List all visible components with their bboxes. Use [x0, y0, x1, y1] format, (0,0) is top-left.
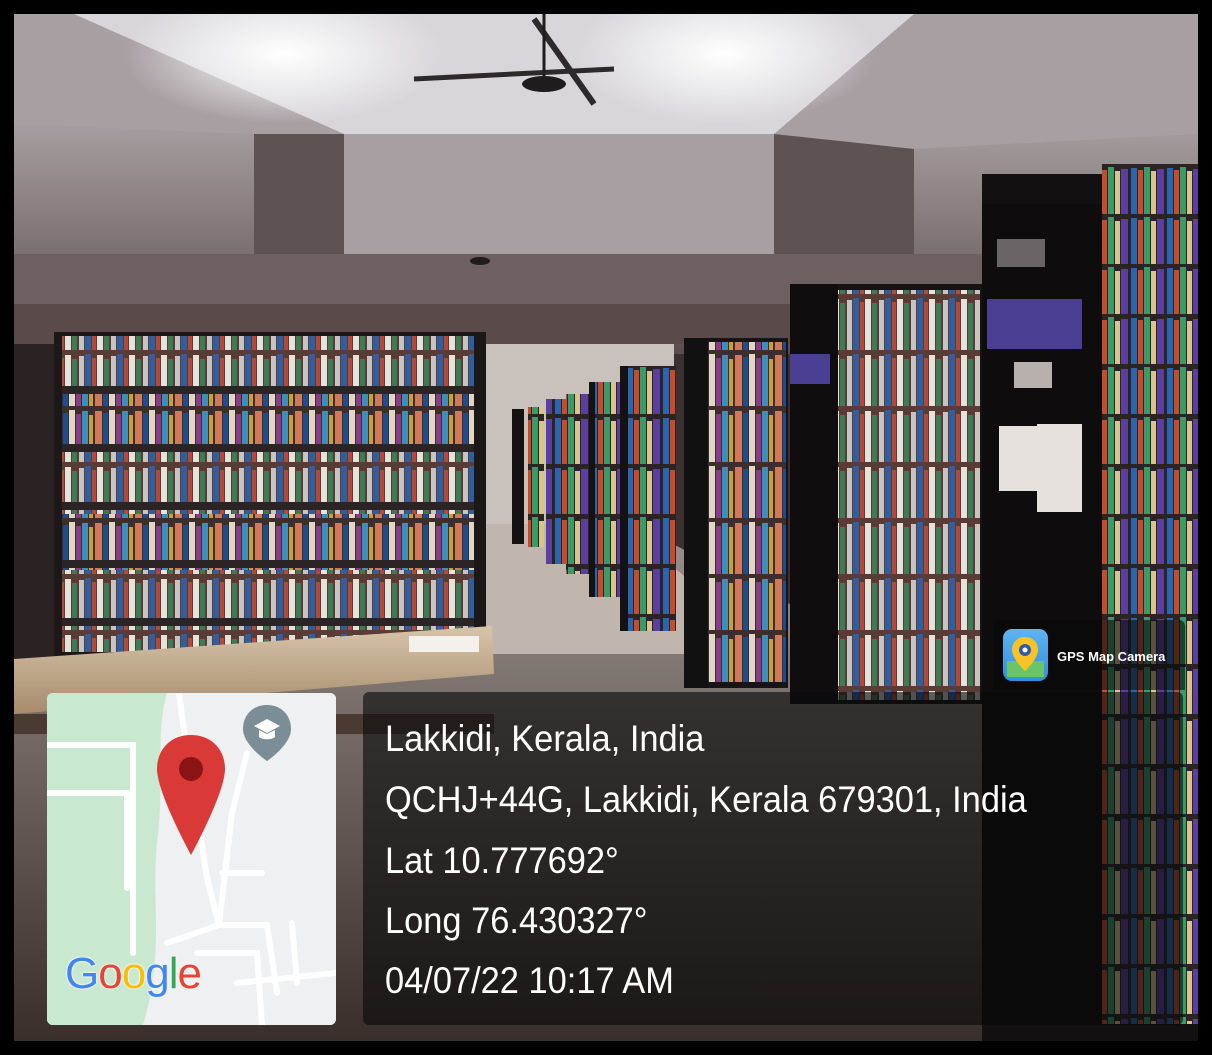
- place-title: Lakkidi, Kerala, India: [385, 718, 705, 759]
- datetime-line: 04/07/22 10:17 AM: [385, 960, 674, 1001]
- image-frame: GPS Map Camera Google Lakkidi, Kerala, I…: [0, 0, 1212, 1055]
- gps-map-camera-badge: GPS Map Camera: [993, 620, 1185, 690]
- location-map-thumbnail: Google: [47, 693, 336, 1025]
- app-name-label: GPS Map Camera: [1057, 649, 1166, 664]
- google-logo: Google: [65, 949, 202, 998]
- latitude-line: Lat 10.777692°: [385, 840, 619, 881]
- longitude-line: Long 76.430327°: [385, 900, 648, 941]
- gps-map-camera-app-icon: [1003, 629, 1048, 681]
- geotag-info-panel: Lakkidi, Kerala, India QCHJ+44G, Lakkidi…: [363, 692, 1183, 1025]
- address-line: QCHJ+44G, Lakkidi, Kerala 679301, India: [385, 779, 1027, 820]
